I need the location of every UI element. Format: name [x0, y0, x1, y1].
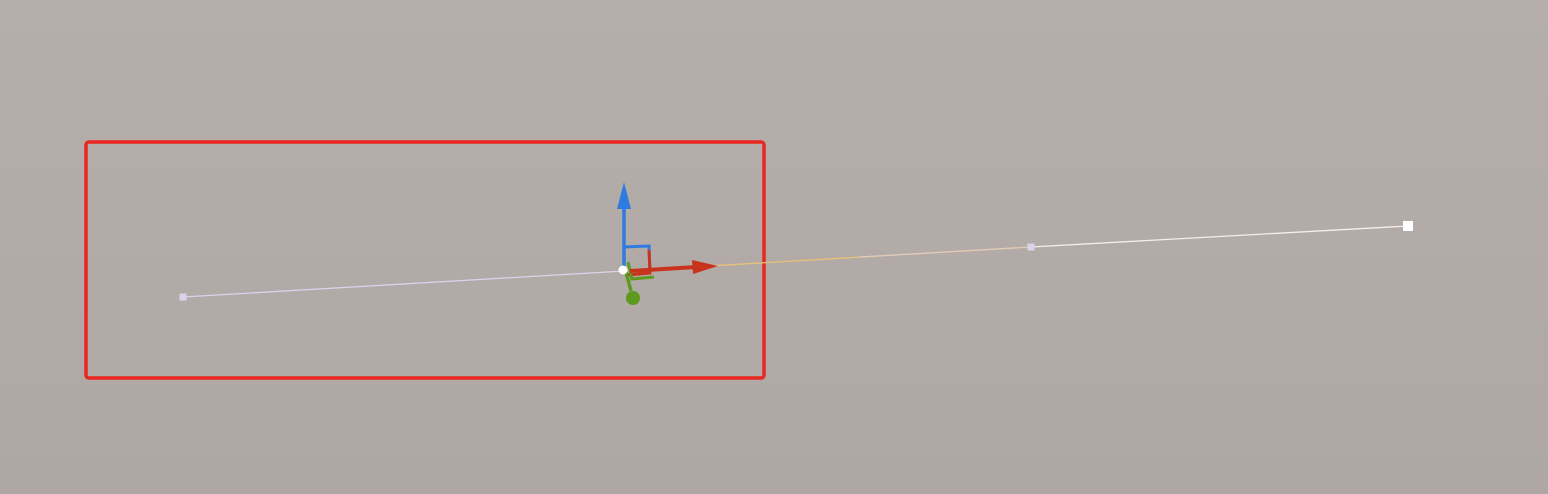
arrow-up-icon[interactable]	[617, 182, 631, 209]
curve-control-point-end[interactable]	[1403, 221, 1413, 231]
arrow-forward-icon[interactable]	[626, 291, 640, 305]
move-gizmo[interactable]	[617, 182, 718, 305]
gizmo-pivot[interactable]	[618, 265, 628, 275]
curve-control-point-mid[interactable]	[1027, 243, 1035, 251]
curve-segment-selected[interactable]	[182, 270, 625, 298]
3d-viewport[interactable]	[0, 0, 1548, 494]
gizmo-x-axis[interactable]	[629, 265, 697, 273]
curve-segment-unselected[interactable]	[1030, 225, 1409, 248]
selection-marquee	[84, 140, 766, 380]
viewport-scene[interactable]	[0, 0, 1548, 494]
arrow-right-icon[interactable]	[692, 260, 718, 274]
curve-control-point-start[interactable]	[179, 293, 187, 301]
curve-segment-blend	[859, 246, 1032, 258]
